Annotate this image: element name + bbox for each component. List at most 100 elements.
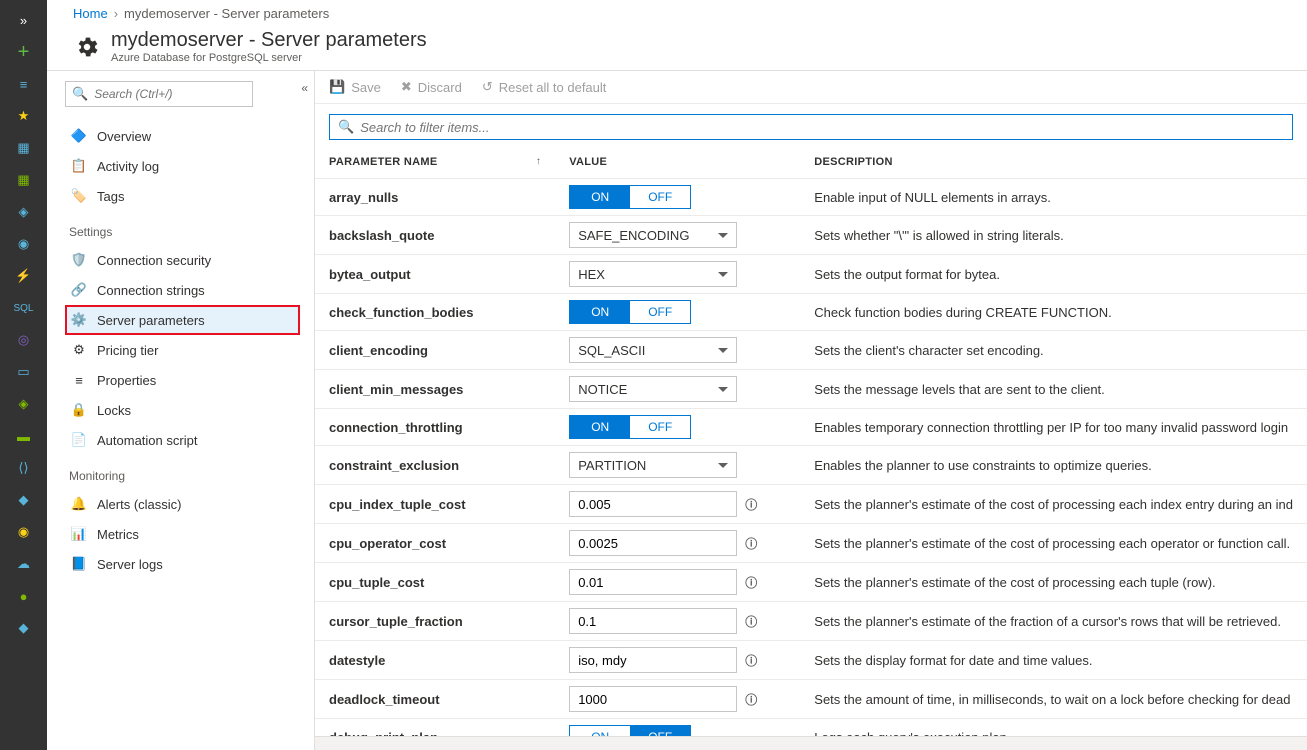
sidebar-item-properties[interactable]: ≡Properties [65, 365, 300, 395]
menu-search-input[interactable] [94, 87, 251, 101]
tag-icon: 🏷️ [71, 188, 87, 204]
param-name: check_function_bodies [315, 294, 555, 331]
table-row: deadlock_timeoutⓘSets the amount of time… [315, 680, 1307, 719]
horizontal-scrollbar[interactable] [315, 736, 1307, 750]
rail-net-icon[interactable]: ⟨⟩ [0, 452, 47, 484]
discard-button[interactable]: ✖ Discard [401, 79, 462, 95]
menu-search[interactable]: 🔍 [65, 81, 253, 107]
page-subtitle: Azure Database for PostgreSQL server [111, 52, 427, 64]
sidebar-item-connection-strings[interactable]: 🔗Connection strings [65, 275, 300, 305]
rail-globe-icon[interactable]: ◉ [0, 228, 47, 260]
collapse-icon[interactable]: « [301, 81, 308, 95]
rail-aad-icon[interactable]: ◆ [0, 484, 47, 516]
toggle-connection_throttling[interactable]: ONOFF [569, 415, 691, 439]
rail-lb-icon[interactable]: ◈ [0, 388, 47, 420]
table-row: client_min_messagesNOTICESets the messag… [315, 370, 1307, 409]
select-client_encoding[interactable]: SQL_ASCII [569, 337, 737, 363]
rail-dashboard-icon[interactable]: ▦ [0, 132, 47, 164]
info-icon[interactable]: ⓘ [745, 693, 757, 707]
rail-cosmos-icon[interactable]: ◎ [0, 324, 47, 356]
info-icon[interactable]: ⓘ [745, 537, 757, 551]
table-row: constraint_exclusionPARTITIONEnables the… [315, 446, 1307, 485]
select-bytea_output[interactable]: HEX [569, 261, 737, 287]
col-parameter-name[interactable]: Parameter Name ↑ [315, 146, 555, 179]
param-value-cell: SAFE_ENCODING [555, 216, 800, 255]
toggle-off[interactable]: OFF [630, 416, 690, 438]
breadcrumb: Home › mydemoserver - Server parameters [47, 0, 1307, 25]
rail-storage-icon[interactable]: ▬ [0, 420, 47, 452]
sidebar-item-tags[interactable]: 🏷️Tags [65, 181, 300, 211]
input-datestyle[interactable] [569, 647, 737, 673]
toggle-off[interactable]: OFF [630, 726, 690, 736]
param-name: client_encoding [315, 331, 555, 370]
sidebar-item-metrics[interactable]: 📊Metrics [65, 519, 300, 549]
input-cpu_operator_cost[interactable] [569, 530, 737, 556]
sidebar-item-overview[interactable]: 🔷Overview [65, 121, 300, 151]
rail-vm-icon[interactable]: ▭ [0, 356, 47, 388]
sidebar-item-pricing-tier[interactable]: ⚙Pricing tier [65, 335, 300, 365]
rail-monitor-icon[interactable]: ◉ [0, 516, 47, 548]
sidebar-item-automation-script[interactable]: 📄Automation script [65, 425, 300, 455]
rail-cost-icon[interactable]: ◆ [0, 612, 47, 644]
filter-box[interactable]: 🔍 [329, 114, 1293, 140]
discard-label: Discard [418, 80, 462, 95]
param-desc: Sets the planner's estimate of the cost … [800, 563, 1307, 602]
param-desc: Sets the client's character set encoding… [800, 331, 1307, 370]
select-client_min_messages[interactable]: NOTICE [569, 376, 737, 402]
toggle-on[interactable]: ON [570, 186, 630, 208]
breadcrumb-current: mydemoserver - Server parameters [124, 6, 329, 21]
save-button[interactable]: 💾 Save [329, 79, 381, 95]
toggle-on[interactable]: ON [570, 301, 630, 323]
filter-input[interactable] [360, 120, 1284, 135]
rail-new-icon[interactable]: + [0, 36, 47, 68]
select-backslash_quote[interactable]: SAFE_ENCODING [569, 222, 737, 248]
reset-button[interactable]: ↺ Reset all to default [482, 79, 607, 95]
discard-icon: ✖ [401, 79, 412, 95]
rail-advisor-icon[interactable]: ☁ [0, 548, 47, 580]
table-row: connection_throttlingONOFFEnables tempor… [315, 409, 1307, 446]
col-value[interactable]: Value [555, 146, 800, 179]
toggle-check_function_bodies[interactable]: ONOFF [569, 300, 691, 324]
info-icon[interactable]: ⓘ [745, 576, 757, 590]
param-value-cell: HEX [555, 255, 800, 294]
rail-star-icon[interactable]: ★ [0, 100, 47, 132]
toggle-on[interactable]: ON [570, 726, 630, 736]
shield-icon: 🛡️ [71, 252, 87, 268]
rail-grid-icon[interactable]: ▦ [0, 164, 47, 196]
rail-list-icon[interactable]: ≡ [0, 68, 47, 100]
toggle-off[interactable]: OFF [630, 186, 690, 208]
toggle-debug_print_plan[interactable]: ONOFF [569, 725, 691, 736]
param-desc: Check function bodies during CREATE FUNC… [800, 294, 1307, 331]
param-name: backslash_quote [315, 216, 555, 255]
sidebar-item-server-logs[interactable]: 📘Server logs [65, 549, 300, 579]
rail-sql-icon[interactable]: SQL [0, 292, 47, 324]
toggle-on[interactable]: ON [570, 416, 630, 438]
sidebar-item-locks[interactable]: 🔒Locks [65, 395, 300, 425]
sidebar-item-activity-log[interactable]: 📋Activity log [65, 151, 300, 181]
sidebar-item-server-parameters[interactable]: ⚙️Server parameters [65, 305, 300, 335]
param-value-cell: ONOFF [555, 294, 800, 331]
save-label: Save [351, 80, 381, 95]
input-cpu_index_tuple_cost[interactable] [569, 491, 737, 517]
rail-expand-icon[interactable]: » [0, 4, 47, 36]
input-deadlock_timeout[interactable] [569, 686, 737, 712]
sidebar-item-label: Activity log [97, 159, 159, 174]
toggle-off[interactable]: OFF [630, 301, 690, 323]
resource-menu: « 🔍 🔷Overview📋Activity log🏷️Tags Setting… [47, 71, 315, 750]
save-icon: 💾 [329, 79, 345, 95]
input-cursor_tuple_fraction[interactable] [569, 608, 737, 634]
info-icon[interactable]: ⓘ [745, 615, 757, 629]
table-row: debug_print_planONOFFLogs each query's e… [315, 719, 1307, 737]
info-icon[interactable]: ⓘ [745, 498, 757, 512]
info-icon[interactable]: ⓘ [745, 654, 757, 668]
sidebar-item-connection-security[interactable]: 🛡️Connection security [65, 245, 300, 275]
breadcrumb-home[interactable]: Home [73, 6, 108, 21]
sidebar-item-alerts-classic-[interactable]: 🔔Alerts (classic) [65, 489, 300, 519]
select-constraint_exclusion[interactable]: PARTITION [569, 452, 737, 478]
rail-fn-icon[interactable]: ⚡ [0, 260, 47, 292]
rail-cube-icon[interactable]: ◈ [0, 196, 47, 228]
toggle-array_nulls[interactable]: ONOFF [569, 185, 691, 209]
input-cpu_tuple_cost[interactable] [569, 569, 737, 595]
col-description[interactable]: Description [800, 146, 1307, 179]
rail-sec-icon[interactable]: ● [0, 580, 47, 612]
